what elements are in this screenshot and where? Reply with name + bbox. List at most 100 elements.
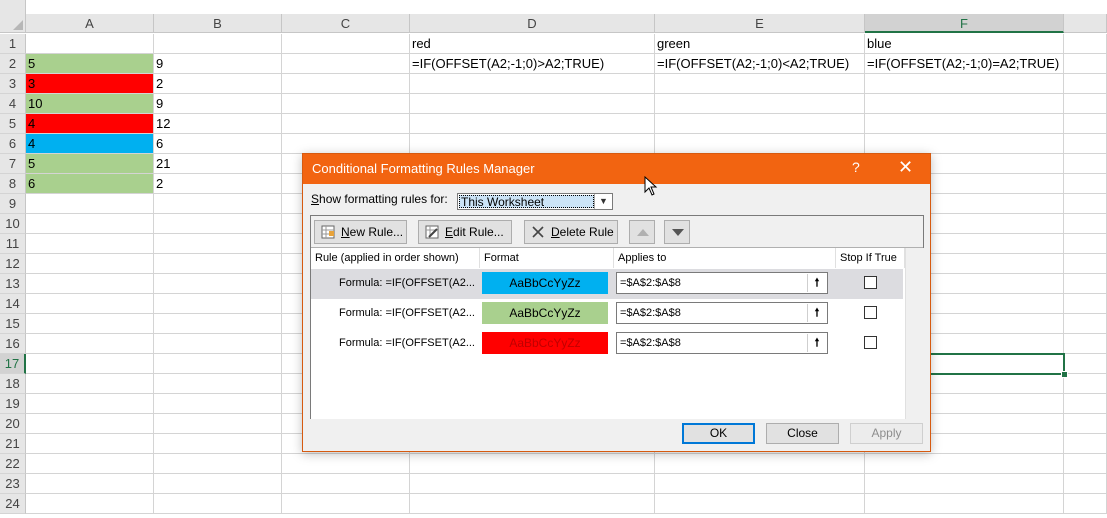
cell-b4[interactable]: 9	[154, 94, 282, 114]
cell-overflow[interactable]	[1064, 334, 1107, 354]
rule-row[interactable]: Formula: =IF(OFFSET(A2... AaBbCcYyZz =$A$2…	[311, 269, 903, 299]
cell-b10[interactable]	[154, 214, 282, 234]
cell-a19[interactable]	[26, 394, 154, 414]
cell-f22[interactable]	[865, 454, 1064, 474]
row-header-14[interactable]: 14	[0, 294, 26, 314]
new-rule-button[interactable]: New Rule...	[314, 220, 407, 244]
stop-if-true-checkbox[interactable]	[864, 336, 877, 349]
cell-a6[interactable]: 4	[26, 134, 154, 154]
row-header-12[interactable]: 12	[0, 254, 26, 274]
cell-b23[interactable]	[154, 474, 282, 494]
cell-overflow[interactable]	[1064, 214, 1107, 234]
cell-b5[interactable]: 12	[154, 114, 282, 134]
rule-row[interactable]: Formula: =IF(OFFSET(A2... AaBbCcYyZz =$A$2…	[311, 329, 903, 359]
cell-a4[interactable]: 10	[26, 94, 154, 114]
cell-b3[interactable]: 2	[154, 74, 282, 94]
row-header-1[interactable]: 1	[0, 34, 26, 54]
stop-if-true-checkbox[interactable]	[864, 306, 877, 319]
row-header-6[interactable]: 6	[0, 134, 26, 154]
select-all-corner[interactable]	[0, 0, 26, 33]
cell-d5[interactable]	[410, 114, 655, 134]
row-header-11[interactable]: 11	[0, 234, 26, 254]
cell-d22[interactable]	[410, 454, 655, 474]
header-stop-if-true[interactable]: Stop If True	[836, 248, 905, 268]
cell-overflow[interactable]	[1064, 314, 1107, 334]
cell-overflow[interactable]	[1064, 234, 1107, 254]
cell-d2[interactable]: =IF(OFFSET(A2;-1;0)>A2;TRUE)	[410, 54, 655, 74]
cell-a12[interactable]	[26, 254, 154, 274]
rule-format-preview[interactable]: AaBbCcYyZz	[482, 302, 608, 324]
row-header-13[interactable]: 13	[0, 274, 26, 294]
cell-e23[interactable]	[655, 474, 865, 494]
scope-dropdown[interactable]: This Worksheet ▼	[457, 193, 613, 210]
cell-overflow[interactable]	[1064, 114, 1107, 134]
move-up-button[interactable]	[629, 220, 655, 244]
applies-to-input[interactable]: =$A$2:$A$8 🠕	[616, 302, 828, 324]
cell-f1[interactable]: blue	[865, 34, 1064, 54]
row-header-9[interactable]: 9	[0, 194, 26, 214]
cell-b8[interactable]: 2	[154, 174, 282, 194]
cell-f6[interactable]	[865, 134, 1064, 154]
cell-b11[interactable]	[154, 234, 282, 254]
cell-overflow[interactable]	[1064, 394, 1107, 414]
ok-button[interactable]: OK	[682, 423, 755, 444]
cell-e3[interactable]	[655, 74, 865, 94]
cell-c6[interactable]	[282, 134, 410, 154]
cell-overflow[interactable]	[1064, 154, 1107, 174]
row-header-15[interactable]: 15	[0, 314, 26, 334]
cell-b15[interactable]	[154, 314, 282, 334]
cell-a15[interactable]	[26, 314, 154, 334]
cell-d4[interactable]	[410, 94, 655, 114]
cell-a8[interactable]: 6	[26, 174, 154, 194]
cell-b16[interactable]	[154, 334, 282, 354]
fill-handle[interactable]	[1061, 371, 1068, 378]
cell-c4[interactable]	[282, 94, 410, 114]
cell-a22[interactable]	[26, 454, 154, 474]
help-button[interactable]: ?	[852, 159, 860, 175]
cell-b19[interactable]	[154, 394, 282, 414]
column-header-d[interactable]: D	[410, 14, 655, 33]
row-header-4[interactable]: 4	[0, 94, 26, 114]
rule-format-preview[interactable]: AaBbCcYyZz	[482, 272, 608, 294]
row-header-3[interactable]: 3	[0, 74, 26, 94]
cell-overflow[interactable]	[1064, 134, 1107, 154]
collapse-range-icon[interactable]: 🠕	[807, 334, 826, 352]
column-header-c[interactable]: C	[282, 14, 410, 33]
move-down-button[interactable]	[664, 220, 690, 244]
cell-a18[interactable]	[26, 374, 154, 394]
row-header-17[interactable]: 17	[0, 354, 26, 374]
column-header-a[interactable]: A	[26, 14, 154, 33]
row-header-7[interactable]: 7	[0, 154, 26, 174]
cell-b20[interactable]	[154, 414, 282, 434]
cell-a2[interactable]: 5	[26, 54, 154, 74]
rule-row[interactable]: Formula: =IF(OFFSET(A2... AaBbCcYyZz =$A$2…	[311, 299, 903, 329]
close-icon[interactable]: ✕	[898, 157, 913, 178]
cell-d1[interactable]: red	[410, 34, 655, 54]
cell-e24[interactable]	[655, 494, 865, 514]
row-header-24[interactable]: 24	[0, 494, 26, 514]
cell-a23[interactable]	[26, 474, 154, 494]
applies-to-input[interactable]: =$A$2:$A$8 🠕	[616, 332, 828, 354]
cell-overflow[interactable]	[1064, 374, 1107, 394]
cell-overflow[interactable]	[1064, 474, 1107, 494]
row-header-21[interactable]: 21	[0, 434, 26, 454]
cell-a14[interactable]	[26, 294, 154, 314]
header-rule[interactable]: Rule (applied in order shown)	[311, 248, 480, 268]
cell-a21[interactable]	[26, 434, 154, 454]
row-header-5[interactable]: 5	[0, 114, 26, 134]
cell-f4[interactable]	[865, 94, 1064, 114]
cell-b1[interactable]	[154, 34, 282, 54]
cell-b22[interactable]	[154, 454, 282, 474]
cell-e2[interactable]: =IF(OFFSET(A2;-1;0)<A2;TRUE)	[655, 54, 865, 74]
rule-format-preview[interactable]: AaBbCcYyZz	[482, 332, 608, 354]
cell-c22[interactable]	[282, 454, 410, 474]
cell-b9[interactable]	[154, 194, 282, 214]
cell-c5[interactable]	[282, 114, 410, 134]
cell-e4[interactable]	[655, 94, 865, 114]
cell-overflow[interactable]	[1064, 34, 1107, 54]
cell-f2[interactable]: =IF(OFFSET(A2;-1;0)=A2;TRUE)	[865, 54, 1064, 74]
header-applies-to[interactable]: Applies to	[614, 248, 836, 268]
cell-d23[interactable]	[410, 474, 655, 494]
cell-a20[interactable]	[26, 414, 154, 434]
cell-b12[interactable]	[154, 254, 282, 274]
